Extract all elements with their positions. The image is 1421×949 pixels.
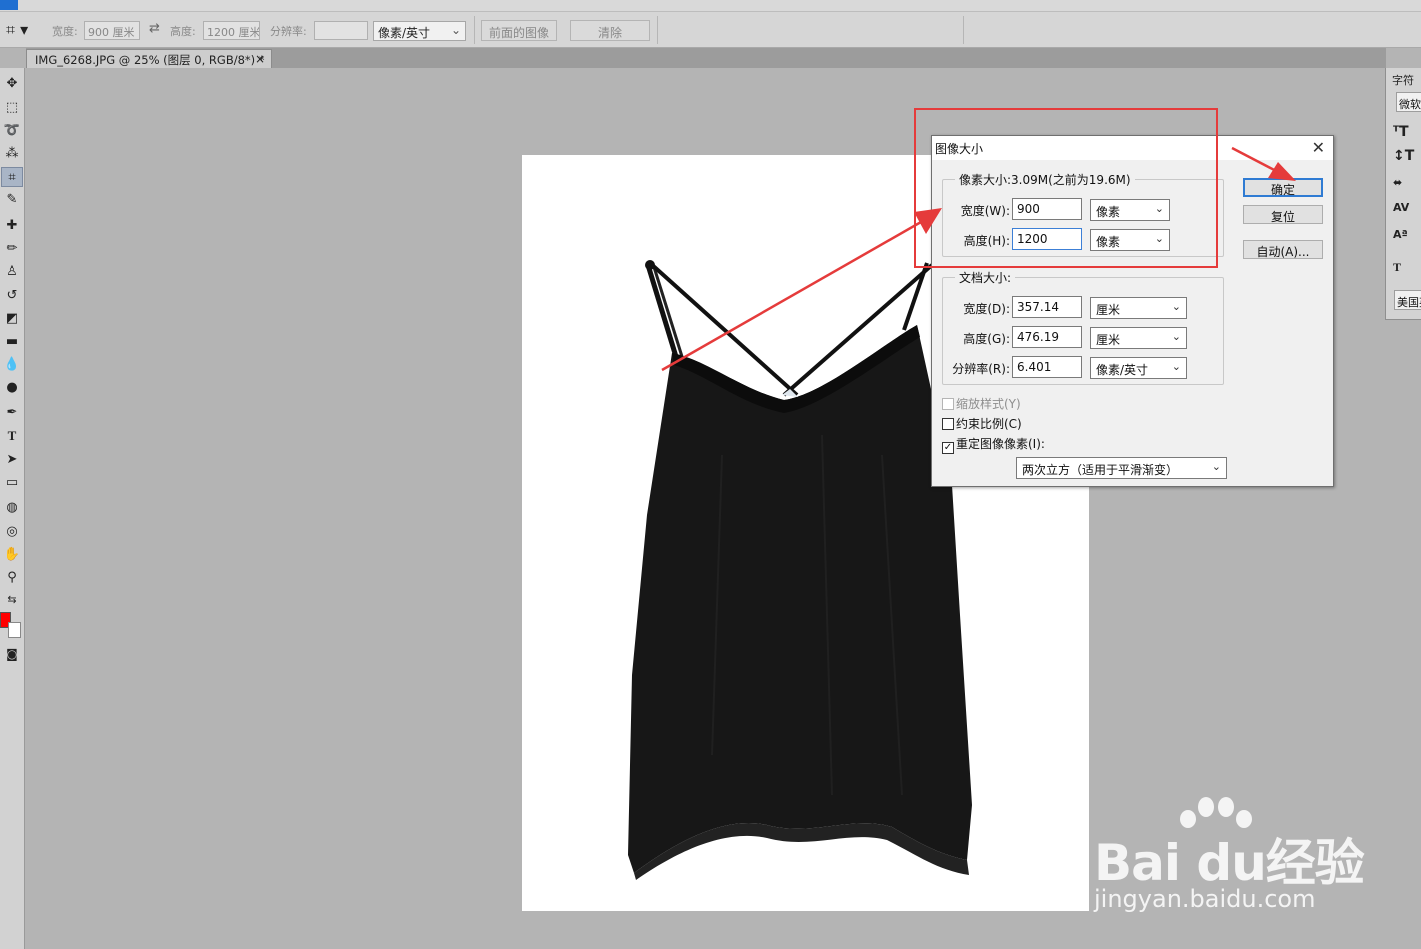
divider <box>657 16 658 44</box>
eyedropper-tool-icon[interactable]: ✎ <box>1 190 23 210</box>
character-panel-title: 字符 <box>1392 74 1414 87</box>
doc-width-unit: 厘米 <box>1096 303 1121 317</box>
quick-mask-icon[interactable]: ◙ <box>1 644 23 664</box>
document-tab[interactable]: IMG_6268.JPG @ 25% (图层 0, RGB/8*) * × <box>26 49 272 68</box>
checkbox-unchecked-icon <box>942 418 954 430</box>
resolution-label: 分辨率: <box>270 25 307 38</box>
constrain-proportions-label: 约束比例(C) <box>956 417 1022 431</box>
height-label: 高度: <box>170 25 196 38</box>
healing-brush-tool-icon[interactable]: ✚ <box>1 216 23 236</box>
resolution-unit-select[interactable]: 像素/英寸 ⌄ <box>373 21 466 41</box>
resample-image-label: 重定图像像素(I): <box>956 437 1045 451</box>
ok-button[interactable]: 确定 <box>1243 178 1323 197</box>
constrain-proportions-checkbox[interactable]: 约束比例(C) <box>942 415 1022 432</box>
type-tool-icon[interactable]: T <box>1 426 23 446</box>
front-image-button[interactable]: 前面的图像 <box>481 20 557 41</box>
vertical-scale-icon: ↕T <box>1393 148 1415 164</box>
chevron-down-icon: ⌄ <box>1211 460 1221 473</box>
document-size-legend: 文档大小: <box>955 269 1016 286</box>
font-size-icon: ᵀT <box>1393 124 1409 140</box>
brush-tool-icon[interactable]: ✏ <box>1 239 23 259</box>
pen-tool-icon[interactable]: ✒ <box>1 403 23 423</box>
crop-tool-preset-icon[interactable]: ⌗ ▾ <box>6 20 42 40</box>
faux-bold-icon[interactable]: T <box>1393 260 1415 278</box>
doc-width-input[interactable]: 357.14 <box>1012 296 1082 318</box>
divider <box>474 16 475 44</box>
move-tool-icon[interactable]: ✥ <box>1 74 23 94</box>
app-logo-icon <box>0 0 18 10</box>
options-bar: ⌗ ▾ 宽度: 900 厘米 ⇄ 高度: 1200 厘米 分辨率: 像素/英寸 … <box>0 12 1421 48</box>
3d-rotate-tool-icon[interactable]: ◍ <box>1 498 23 518</box>
resample-image-checkbox[interactable]: ✓ 重定图像像素(I): <box>942 435 1045 454</box>
kerning-icon: AV <box>1393 201 1410 214</box>
doc-height-input[interactable]: 476.19 <box>1012 326 1082 348</box>
rectangle-tool-icon[interactable]: ▭ <box>1 473 23 493</box>
checkbox-unchecked-icon <box>942 398 954 410</box>
doc-resolution-label: 分辨率(R): <box>952 362 1010 376</box>
scale-styles-checkbox[interactable]: 缩放样式(Y) <box>942 395 1021 412</box>
checkmark-icon: ✓ <box>942 442 954 454</box>
crop-tool-icon[interactable]: ⌗ <box>1 167 23 187</box>
resample-method-value: 两次立方（适用于平滑渐变） <box>1022 463 1179 477</box>
doc-height-label: 高度(G): <box>963 332 1010 346</box>
chevron-down-icon: ⌄ <box>1171 360 1181 373</box>
font-family-select[interactable]: 微软雅黑 <box>1396 92 1421 112</box>
marquee-tool-icon[interactable]: ⬚ <box>1 98 23 118</box>
divider <box>963 16 964 44</box>
doc-resolution-unit: 像素/英寸 <box>1096 363 1149 377</box>
baseline-shift-icon: Aª <box>1393 228 1408 241</box>
doc-width-label: 宽度(D): <box>963 302 1010 316</box>
close-icon[interactable]: ✕ <box>1312 138 1325 157</box>
tracking-icon: ⬌ <box>1393 176 1403 189</box>
doc-resolution-input[interactable]: 6.401 <box>1012 356 1082 378</box>
crop-height-field[interactable]: 1200 厘米 <box>203 21 260 40</box>
chevron-down-icon: ⌄ <box>450 23 461 37</box>
blur-tool-icon[interactable]: 💧 <box>1 355 23 375</box>
character-panel: 字符 微软雅黑 ᵀT ↕T ⬌ AV Aª T 美国英语 <box>1385 68 1421 320</box>
scale-styles-label: 缩放样式(Y) <box>956 397 1021 411</box>
zoom-tool-icon[interactable]: ⚲ <box>1 568 23 588</box>
clone-stamp-tool-icon[interactable]: ♙ <box>1 262 23 282</box>
resolution-unit-value: 像素/英寸 <box>378 26 431 40</box>
hand-tool-icon[interactable]: ✋ <box>1 545 23 565</box>
resample-method-select[interactable]: 两次立方（适用于平滑渐变） ⌄ <box>1016 457 1227 479</box>
doc-height-unit: 厘米 <box>1096 333 1121 347</box>
baidu-watermark: Bai du经验 jingyan.baidu.com <box>1090 795 1365 920</box>
auto-button[interactable]: 自动(A)... <box>1243 240 1323 259</box>
chevron-down-icon: ⌄ <box>1171 300 1181 313</box>
gradient-tool-icon[interactable]: ▬ <box>1 332 23 352</box>
menu-bar <box>0 0 1421 12</box>
lasso-tool-icon[interactable]: ➰ <box>1 121 23 141</box>
dodge-tool-icon[interactable]: ● <box>1 378 23 398</box>
magic-wand-tool-icon[interactable]: ⁂ <box>1 144 23 164</box>
toolbox: ✥ ⬚ ➰ ⁂ ⌗ ✎ ✚ ✏ ♙ ↺ ◩ ▬ 💧 ● ✒ T ➤ ▭ ◍ ◎ … <box>0 68 25 949</box>
3d-orbit-tool-icon[interactable]: ◎ <box>1 522 23 542</box>
width-label: 宽度: <box>52 25 78 38</box>
doc-resolution-unit-select[interactable]: 像素/英寸 ⌄ <box>1090 357 1187 379</box>
history-brush-tool-icon[interactable]: ↺ <box>1 286 23 306</box>
background-color-swatch[interactable] <box>8 622 21 638</box>
language-select[interactable]: 美国英语 <box>1394 290 1421 310</box>
eraser-tool-icon[interactable]: ◩ <box>1 309 23 329</box>
document-tab-bar: IMG_6268.JPG @ 25% (图层 0, RGB/8*) * × <box>26 48 1386 68</box>
watermark-url: jingyan.baidu.com <box>1094 885 1316 913</box>
swap-dimensions-icon[interactable]: ⇄ <box>149 21 160 36</box>
crop-width-field[interactable]: 900 厘米 <box>84 21 140 40</box>
annotation-highlight-box <box>914 108 1218 268</box>
clear-button[interactable]: 清除 <box>570 20 650 41</box>
document-tab-title: IMG_6268.JPG @ 25% (图层 0, RGB/8*) * <box>35 53 265 67</box>
swap-colors-icon[interactable]: ⇆ <box>1 590 23 610</box>
close-tab-icon[interactable]: × <box>255 52 265 66</box>
path-selection-tool-icon[interactable]: ➤ <box>1 450 23 470</box>
crop-resolution-field[interactable] <box>314 21 368 40</box>
doc-width-unit-select[interactable]: 厘米 ⌄ <box>1090 297 1187 319</box>
chevron-down-icon: ⌄ <box>1171 330 1181 343</box>
doc-height-unit-select[interactable]: 厘米 ⌄ <box>1090 327 1187 349</box>
reset-button[interactable]: 复位 <box>1243 205 1323 224</box>
